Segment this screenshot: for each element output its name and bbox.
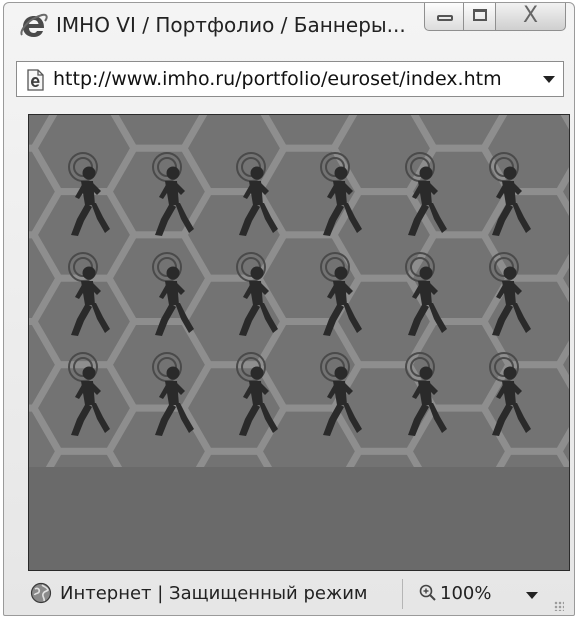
window-title: IMHO VI / Портфолио / Баннеры... (56, 13, 406, 37)
ie-logo-icon (20, 13, 48, 37)
ie-page-icon (27, 69, 44, 91)
browser-window: IMHO VI / Портфолио / Баннеры... X http:… (3, 2, 575, 616)
url-field[interactable]: http://www.imho.ru/portfolio/euroset/ind… (53, 68, 529, 90)
banner-canvas (29, 115, 569, 570)
globe-icon (30, 582, 52, 604)
minimize-icon (437, 15, 453, 21)
status-bar: Интернет | Защищенный режим 100% (16, 577, 566, 613)
window-controls: X (424, 3, 566, 33)
address-bar[interactable]: http://www.imho.ru/portfolio/euroset/ind… (16, 61, 564, 97)
resize-grip[interactable] (554, 601, 564, 611)
maximize-button[interactable] (464, 3, 496, 31)
close-icon: X (522, 3, 539, 28)
banner-lower-area (29, 467, 569, 570)
status-divider (402, 579, 403, 609)
minimize-button[interactable] (424, 3, 464, 31)
zoom-level[interactable]: 100% (440, 583, 491, 604)
page-content (28, 114, 570, 571)
close-button[interactable]: X (496, 3, 566, 31)
security-zone-label: Интернет | Защищенный режим (60, 583, 368, 604)
title-bar: IMHO VI / Портфолио / Баннеры... X (4, 3, 574, 49)
zoom-dropdown-icon[interactable] (526, 592, 538, 599)
maximize-icon (473, 9, 487, 21)
address-dropdown-icon[interactable] (543, 76, 555, 83)
zoom-icon[interactable] (418, 583, 438, 603)
